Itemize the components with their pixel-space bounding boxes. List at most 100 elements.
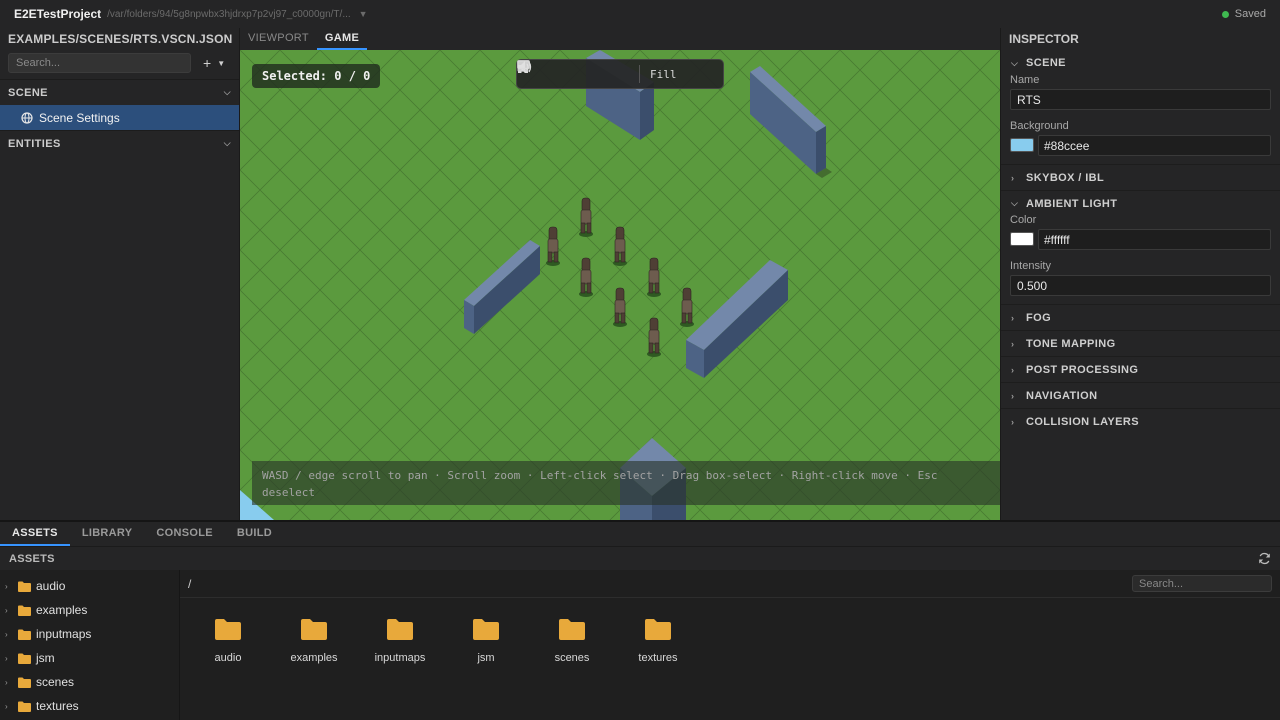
section-scene[interactable]: SCENE ⌵	[0, 79, 239, 105]
viewport-tabs: VIEWPORT GAME	[240, 28, 1000, 50]
game-view[interactable]: Selected: 0 / 0 Fill WASD / edge scroll …	[240, 50, 1000, 520]
game-toolbar: Fill	[516, 59, 724, 89]
tree-folder-examples[interactable]: › examples	[0, 598, 179, 622]
section-skybox-label: SKYBOX / IBL	[1026, 171, 1105, 184]
folder-icon	[473, 619, 499, 640]
chevron-right-icon: ›	[5, 629, 8, 639]
color-label: Color	[1010, 214, 1037, 226]
chevron-down-icon[interactable]: ▼	[217, 59, 225, 68]
intensity-field[interactable]: 0.500	[1010, 275, 1271, 296]
bottom-tabs: ASSETS LIBRARY CONSOLE BUILD	[0, 520, 1280, 546]
folder-scenes[interactable]: scenes	[532, 618, 612, 664]
background-label: Background	[1010, 120, 1069, 132]
section-fog-label: FOG	[1026, 311, 1052, 324]
tab-build[interactable]: BUILD	[225, 522, 284, 546]
folder-label: jsm	[477, 652, 495, 664]
chevron-down-icon: ⌵	[1011, 198, 1019, 208]
tab-console[interactable]: CONSOLE	[144, 522, 225, 546]
selection-counter: Selected: 0 / 0	[252, 64, 381, 88]
stop-button[interactable]	[517, 59, 597, 89]
section-navigation[interactable]: › NAVIGATION	[1001, 382, 1280, 408]
tree-folder-inputmaps[interactable]: › inputmaps	[0, 622, 179, 646]
tree-folder-label: textures	[36, 699, 79, 713]
folder-icon	[18, 677, 31, 688]
chevron-down-icon: ⌵	[1011, 57, 1019, 68]
section-scene-label: SCENE	[8, 86, 48, 99]
hierarchy-search-input[interactable]	[8, 53, 191, 73]
assets-header: ASSETS	[0, 546, 1280, 570]
section-entities[interactable]: ENTITIES ⌵	[0, 130, 239, 156]
globe-icon	[21, 111, 33, 124]
folder-inputmaps[interactable]: inputmaps	[360, 618, 440, 664]
monitor-icon	[517, 60, 530, 72]
background-color-swatch[interactable]	[1010, 138, 1034, 152]
chevron-down-icon: ⌵	[223, 87, 231, 97]
save-status-label: Saved	[1234, 8, 1266, 20]
ambient-color-swatch[interactable]	[1010, 232, 1034, 246]
tab-assets[interactable]: ASSETS	[0, 522, 70, 546]
section-entities-label: ENTITIES	[8, 137, 61, 150]
ambient-color-field[interactable]: #ffffff	[1038, 229, 1271, 250]
section-fog[interactable]: › FOG	[1001, 304, 1280, 330]
section-collision-layers[interactable]: › COLLISION LAYERS	[1001, 408, 1280, 434]
inspector-panel: INSPECTOR ⌵ SCENE Name RTS Background #8…	[1000, 28, 1280, 520]
section-collision-layers-label: COLLISION LAYERS	[1026, 415, 1139, 428]
asset-folder-tree: › audio › examples › inputmaps › jsm › s…	[0, 570, 180, 720]
chevron-right-icon: ›	[5, 581, 8, 591]
title-bar: E2ETestProject /var/folders/94/5g8npwbx3…	[0, 0, 1280, 28]
chevron-right-icon: ›	[5, 677, 8, 687]
tab-viewport[interactable]: VIEWPORT	[240, 28, 317, 50]
tree-folder-textures[interactable]: › textures	[0, 694, 179, 718]
name-label: Name	[1010, 74, 1040, 86]
chevron-right-icon: ›	[1011, 312, 1015, 323]
section-tone-mapping[interactable]: › TONE MAPPING	[1001, 330, 1280, 356]
section-skybox[interactable]: › SKYBOX / IBL	[1001, 164, 1280, 190]
section-navigation-label: NAVIGATION	[1026, 389, 1098, 402]
fill-mode-label: Fill	[650, 67, 677, 81]
folder-examples[interactable]: examples	[274, 618, 354, 664]
mute-button[interactable]	[518, 59, 635, 89]
asset-browser: / audio examples inputmaps jsm scenes te…	[180, 570, 1280, 720]
folder-label: scenes	[554, 652, 590, 664]
tree-folder-audio[interactable]: › audio	[0, 574, 179, 598]
tree-folder-label: examples	[36, 603, 88, 617]
folder-icon	[18, 701, 31, 712]
section-post-processing[interactable]: › POST PROCESSING	[1001, 356, 1280, 382]
background-color-field[interactable]: #88ccee	[1038, 135, 1271, 156]
chevron-right-icon: ›	[1011, 364, 1015, 375]
folder-audio[interactable]: audio	[188, 618, 268, 664]
fill-mode-button[interactable]: Fill	[517, 60, 677, 81]
chevron-right-icon: ›	[1011, 390, 1015, 401]
chevron-right-icon: ›	[1011, 416, 1015, 427]
tab-game[interactable]: GAME	[316, 28, 368, 50]
chevron-down-icon: ⌵	[223, 138, 231, 148]
section-scene-props-label: SCENE	[1026, 57, 1066, 69]
background-color-row: #88ccee	[1010, 135, 1271, 156]
folder-textures[interactable]: textures	[618, 618, 698, 664]
plus-icon[interactable]: +	[203, 55, 211, 71]
chevron-right-icon: ›	[1011, 338, 1015, 349]
chevron-right-icon: ›	[5, 701, 8, 711]
assets-header-label: ASSETS	[9, 552, 55, 565]
asset-search-input[interactable]	[1132, 575, 1272, 592]
chevron-down-icon[interactable]: ▼	[359, 9, 368, 19]
tree-folder-label: audio	[36, 579, 66, 593]
tree-folder-scenes[interactable]: › scenes	[0, 670, 179, 694]
tab-library[interactable]: LIBRARY	[70, 522, 145, 546]
project-path[interactable]: /var/folders/94/5g8npwbx3hjdrxp7p2vj97_c…	[107, 9, 351, 20]
controls-hint-line2: deselect	[262, 486, 315, 499]
inspector-title: INSPECTOR	[1009, 32, 1079, 46]
tree-item-scene-settings[interactable]: Scene Settings	[0, 105, 239, 130]
tree-folder-label: jsm	[36, 651, 55, 665]
toolbar-divider	[639, 65, 640, 83]
tree-folder-label: inputmaps	[36, 627, 92, 641]
section-post-processing-label: POST PROCESSING	[1026, 363, 1139, 376]
tree-folder-jsm[interactable]: › jsm	[0, 646, 179, 670]
controls-hint: WASD / edge scroll to pan · Scroll zoom …	[252, 461, 1000, 505]
refresh-icon[interactable]	[1258, 552, 1271, 565]
asset-breadcrumb[interactable]: /	[188, 577, 191, 591]
folder-label: textures	[638, 652, 678, 664]
folder-jsm[interactable]: jsm	[446, 618, 526, 664]
name-field[interactable]: RTS	[1010, 89, 1271, 110]
folder-icon	[301, 619, 327, 640]
